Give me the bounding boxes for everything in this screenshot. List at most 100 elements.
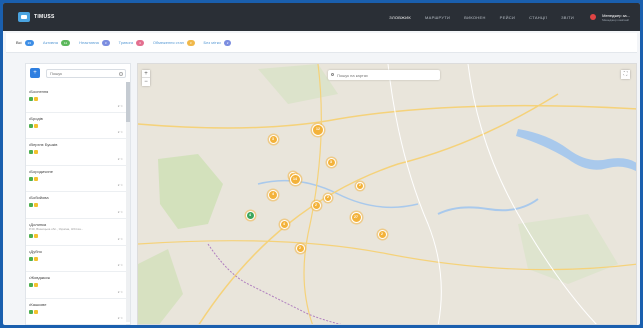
nav-item-trips[interactable]: РЕЙСИ	[500, 15, 515, 20]
status-tab[interactable]: Тривога 4	[119, 39, 144, 46]
item-status-icons	[29, 176, 123, 181]
status-tab[interactable]: Без мітки 2	[204, 39, 232, 46]
online-icon	[29, 256, 33, 261]
map-cluster-marker[interactable]: 4	[245, 210, 255, 220]
item-title: •Бобийова	[29, 195, 49, 201]
map-cluster-marker[interactable]: 3	[326, 157, 336, 167]
item-title: •Верхнє Бушків	[29, 142, 58, 148]
warning-icon	[34, 97, 38, 101]
fullscreen-button[interactable]: ⛶	[621, 70, 630, 79]
item-count: 2 ☆	[117, 316, 123, 321]
list-item[interactable]: •Бородичине 2 ☆	[26, 166, 126, 193]
tab-count-badge: 4	[136, 39, 144, 46]
item-count: 2 ☆	[117, 209, 123, 214]
zoom-control: + −	[142, 70, 150, 86]
item-status-icons	[29, 97, 123, 101]
warning-icon	[34, 176, 38, 181]
list-item[interactable]: •Дубно 2 ☆	[26, 246, 126, 273]
stations-list: •Боснення 2 ☆ •Бродів 2 ☆ •Верхнє Бушків 2 ☆ •…	[26, 86, 126, 325]
list-scrollbar[interactable]	[126, 82, 130, 322]
tab-count-badge: 3	[186, 39, 195, 46]
list-item[interactable]: •Жовджкож 2 ☆	[26, 272, 126, 299]
map-canvas[interactable]	[138, 64, 637, 325]
online-icon	[29, 176, 33, 181]
item-status-icons	[29, 309, 123, 314]
status-tab[interactable]: Неактивна 3	[79, 39, 110, 46]
map-view[interactable]: 31232142424227422 + − ⛶	[137, 63, 637, 325]
item-status-icons	[29, 203, 123, 208]
list-item[interactable]: •Бобийова 2 ☆	[26, 192, 126, 219]
zoom-in-button[interactable]: +	[142, 70, 150, 78]
panel-header: +	[26, 64, 130, 82]
online-icon	[29, 203, 33, 208]
nav-item-monitoring[interactable]: ЗЛОВЖИК	[389, 15, 411, 20]
map-cluster-marker[interactable]: 2	[295, 243, 305, 253]
item-count: 2 ☆	[117, 236, 123, 241]
item-title: •Жовджкож	[29, 275, 51, 281]
list-item[interactable]: •Кашкове 2 ☆	[26, 299, 126, 325]
nav-item-completed[interactable]: ВИКОНЕН	[464, 15, 486, 20]
item-title: •Бородичине	[29, 168, 53, 174]
item-count: 2 ☆	[117, 103, 123, 108]
map-cluster-marker[interactable]: 2	[377, 229, 387, 239]
app-logo[interactable]: TIMUSS	[18, 12, 55, 22]
scroll-thumb[interactable]	[126, 82, 130, 122]
user-menu[interactable]: Менеджер за... Менеджер компанії	[590, 13, 630, 22]
tab-label: Активна	[42, 40, 58, 45]
item-count: 2 ☆	[117, 183, 123, 188]
main-nav: ЗЛОВЖИК МАРШРУТИ ВИКОНЕН РЕЙСИ СТАНЦІЇ З…	[389, 15, 574, 20]
nav-item-stations[interactable]: СТАНЦІЇ	[529, 15, 547, 20]
map-cluster-marker[interactable]: 3	[268, 134, 278, 144]
tab-count-badge: 11	[61, 39, 71, 46]
map-cluster-marker[interactable]: 4	[279, 219, 289, 229]
item-count: 2 ☆	[117, 263, 123, 268]
tab-count-badge: 23	[24, 39, 34, 46]
warning-icon	[34, 233, 38, 238]
warning-icon	[34, 150, 38, 155]
map-search[interactable]	[328, 70, 440, 80]
zoom-out-button[interactable]: −	[142, 78, 150, 86]
list-item[interactable]: •Бродів 2 ☆	[26, 113, 126, 140]
item-status-icons	[29, 256, 123, 261]
item-status-icons	[29, 233, 123, 238]
item-title: •Кашкове	[29, 301, 47, 307]
list-item[interactable]: •Долинка Р.30, Вінницька обл., Україна, 3…	[26, 219, 126, 246]
online-icon	[29, 283, 33, 288]
item-title: •Боснення	[29, 89, 49, 94]
user-name: Менеджер за...	[602, 12, 630, 18]
online-icon	[29, 309, 33, 314]
add-button[interactable]: +	[30, 68, 40, 78]
logo-icon	[18, 12, 30, 22]
item-count: 2 ☆	[117, 289, 123, 294]
map-cluster-marker[interactable]: 27	[350, 211, 362, 223]
status-tab[interactable]: Всі 23	[16, 39, 34, 46]
map-cluster-marker[interactable]: 2	[356, 182, 364, 190]
item-status-icons	[29, 283, 123, 288]
list-search-input[interactable]	[47, 69, 125, 77]
notification-icon[interactable]	[590, 14, 597, 20]
item-count: 2 ☆	[117, 156, 123, 161]
map-cluster-marker[interactable]: 4	[268, 190, 278, 200]
list-search[interactable]	[46, 68, 126, 78]
warning-icon	[34, 283, 38, 288]
map-search-input[interactable]	[328, 70, 440, 80]
map-cluster-marker[interactable]: 2	[324, 194, 332, 202]
logo-text: TIMUSS	[34, 14, 55, 20]
search-icon	[331, 73, 334, 76]
stations-panel: + •Боснення 2 ☆ •Бродів 2 ☆ •Верхнє Бушків 2 …	[25, 63, 131, 325]
map-cluster-marker[interactable]: 2	[311, 200, 321, 210]
list-item[interactable]: •Боснення 2 ☆	[26, 86, 126, 113]
item-status-icons	[29, 123, 123, 128]
nav-item-reports[interactable]: ЗВІТИ	[561, 15, 574, 20]
item-title: •Дубно	[29, 248, 42, 254]
map-cluster-marker[interactable]: 12	[312, 124, 324, 136]
map-cluster-marker[interactable]: 14	[289, 173, 301, 185]
online-icon	[29, 123, 33, 128]
list-item[interactable]: •Верхнє Бушків 2 ☆	[26, 139, 126, 166]
status-tab[interactable]: Активна 11	[42, 39, 71, 46]
status-tab[interactable]: Обмеження стан 3	[153, 39, 195, 46]
tab-count-badge: 3	[101, 39, 110, 46]
tab-label: Всі	[16, 40, 22, 45]
nav-item-routes[interactable]: МАРШРУТИ	[425, 15, 450, 20]
item-status-icons	[29, 150, 123, 155]
